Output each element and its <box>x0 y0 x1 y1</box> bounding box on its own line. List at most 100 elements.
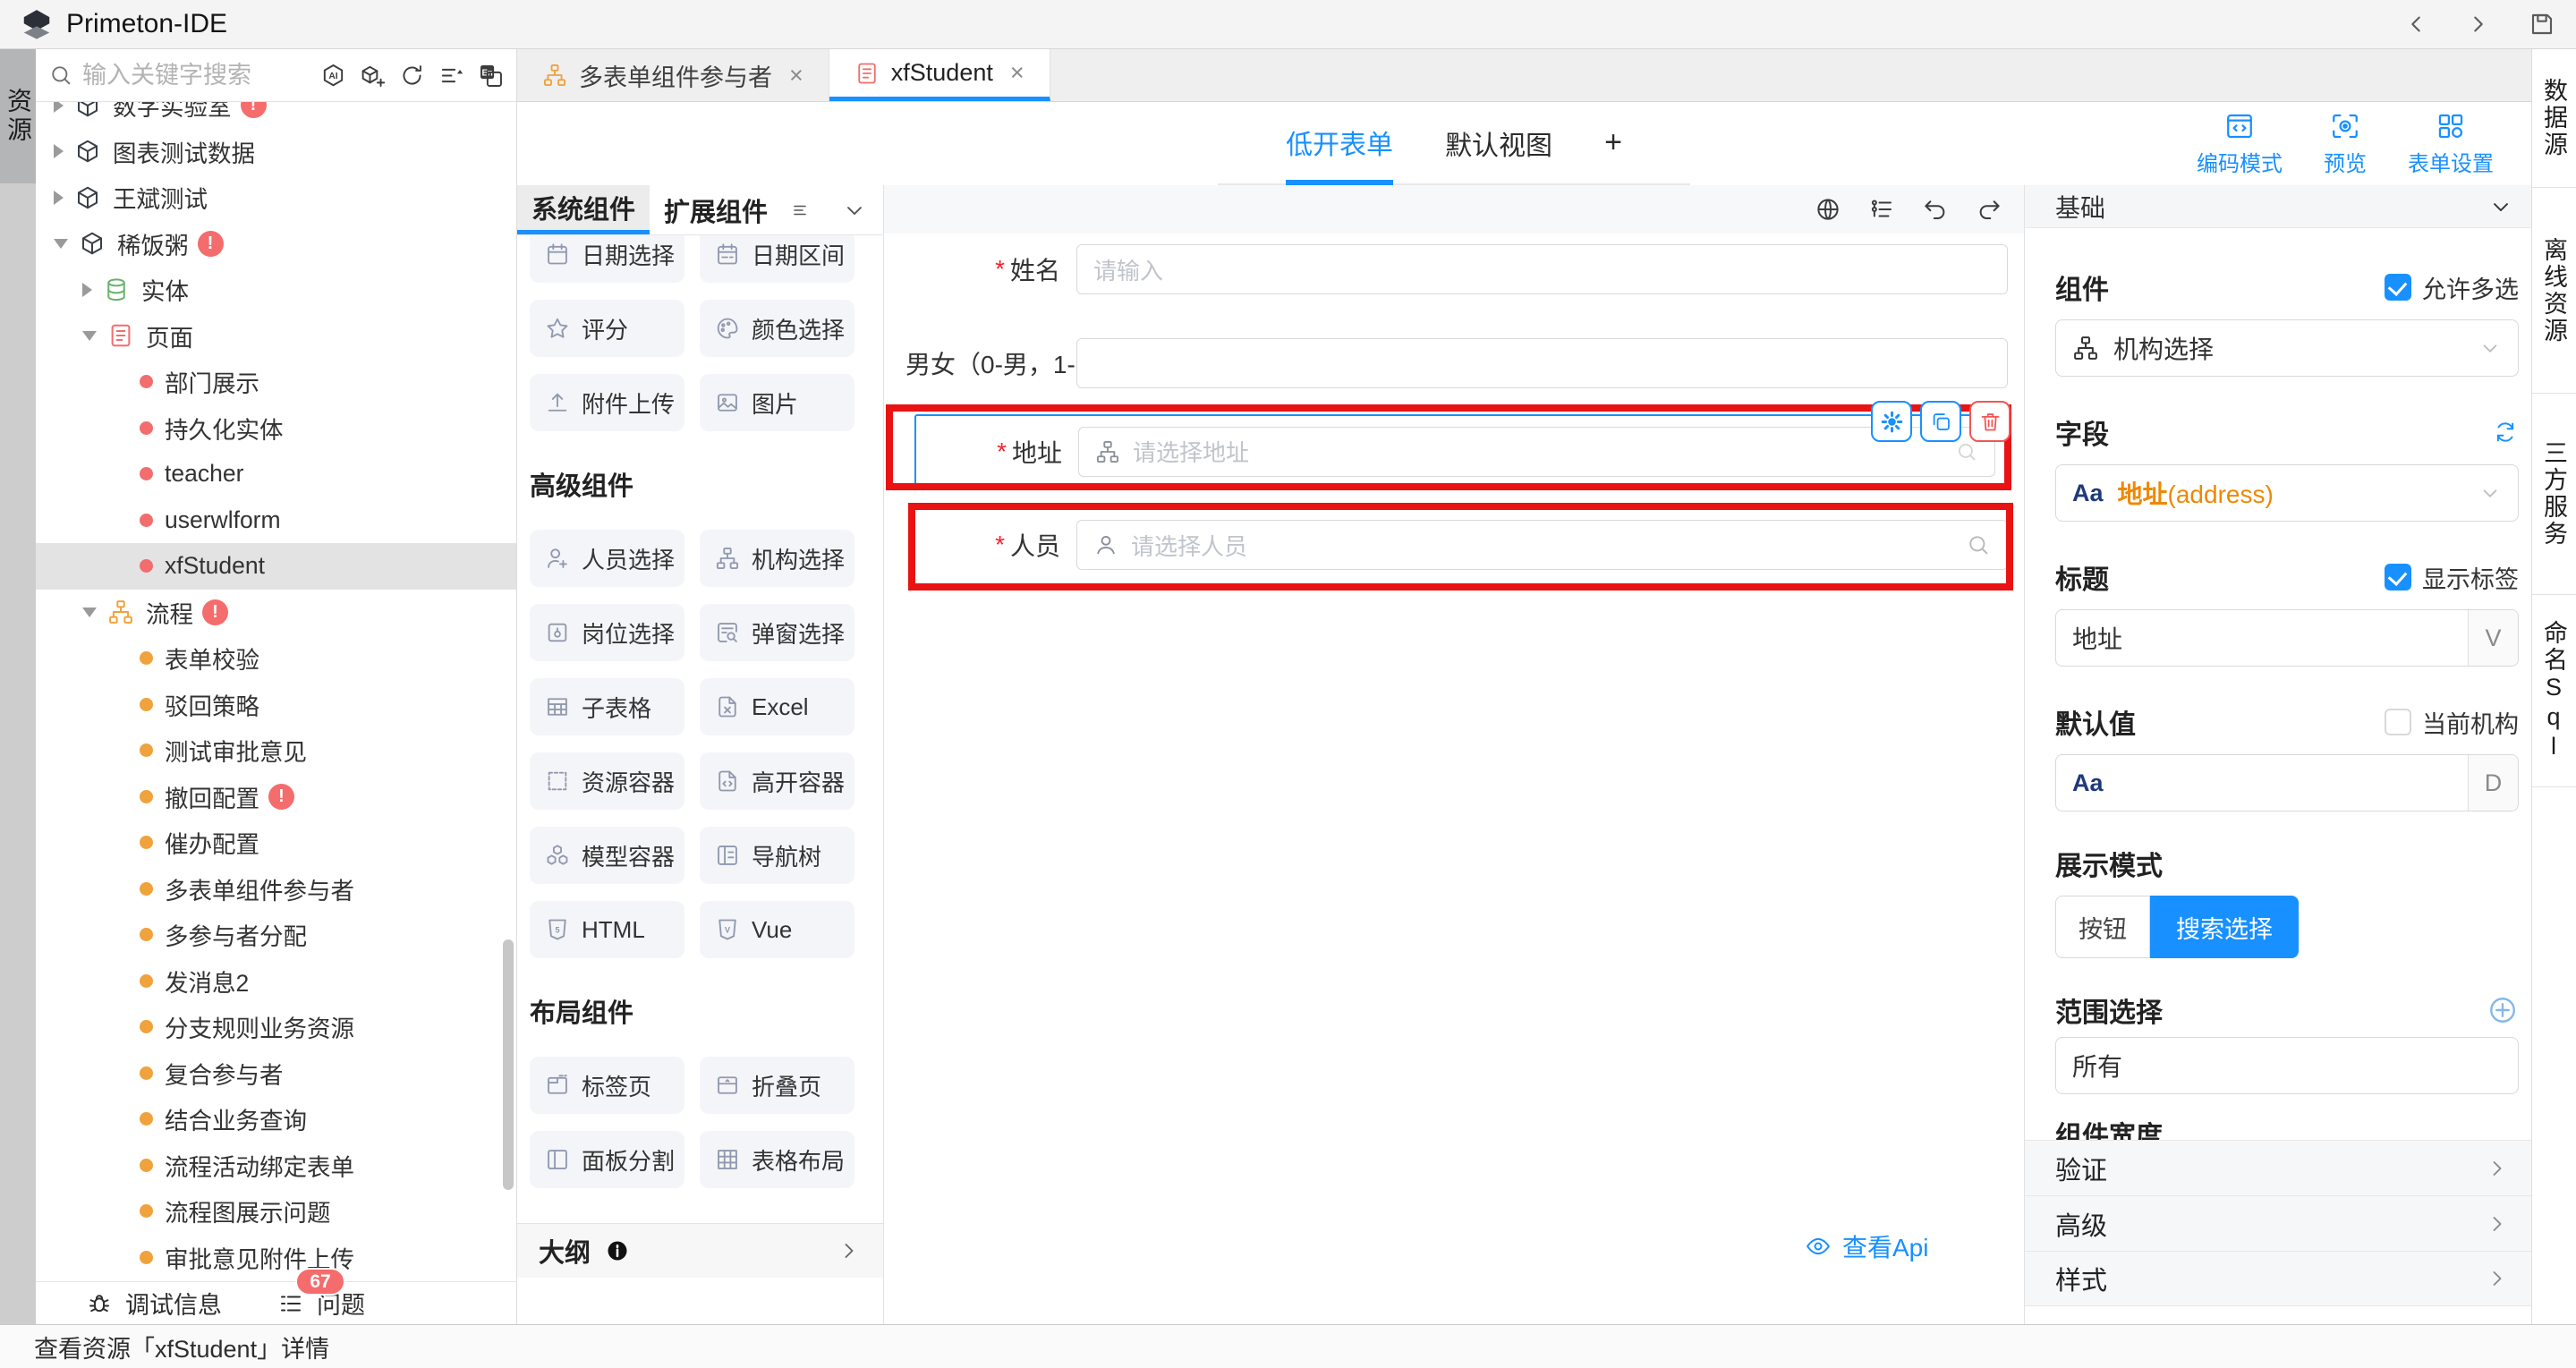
default-value-input[interactable]: Aa D <box>2055 754 2519 811</box>
tree-item[interactable]: 表单校验 <box>36 635 516 682</box>
translate-button[interactable]: En <box>478 63 504 89</box>
view-tab[interactable]: 低开表单 <box>1286 104 1393 185</box>
palette-item[interactable]: 机构选择 <box>700 530 854 587</box>
debug-info-button[interactable]: 调试信息 <box>86 1286 222 1321</box>
tree-expand-arrow[interactable] <box>54 102 64 113</box>
form-field-address-selected[interactable]: *地址请选择地址 <box>914 414 2008 489</box>
chevron-right-icon[interactable] <box>837 1238 862 1263</box>
field-input[interactable]: 请选择人员 <box>1076 520 2008 570</box>
undo-icon[interactable] <box>1922 196 1949 223</box>
palette-item[interactable]: 日期区间 <box>700 235 854 283</box>
inspector-section[interactable]: 样式 <box>2025 1251 2531 1306</box>
field-select[interactable]: Aa 地址(address) <box>2055 464 2519 522</box>
tree-item[interactable]: xfStudent <box>36 543 516 590</box>
ai-button[interactable]: AI <box>320 63 346 89</box>
form-settings-button[interactable]: 表单设置 <box>2408 111 2494 177</box>
palette-item[interactable]: Excel <box>700 678 854 735</box>
palette-tab-system[interactable]: 系统组件 <box>517 185 650 234</box>
current-org-checkbox[interactable]: 当前机构 <box>2385 705 2519 740</box>
file-tab[interactable]: xfStudent× <box>829 49 1050 101</box>
settings-button[interactable] <box>1871 401 1912 442</box>
mode-button-option[interactable]: 按钮 <box>2055 896 2150 958</box>
tree-scrollbar[interactable] <box>503 939 514 1190</box>
form-field-gender[interactable]: 男女（0-男，1-女 <box>884 338 2008 388</box>
tree-item[interactable]: 图表测试数据 <box>36 129 516 175</box>
tree-item[interactable]: 驳回策略 <box>36 682 516 728</box>
save-icon[interactable] <box>2528 10 2556 38</box>
inspector-section-basic[interactable]: 基础 <box>2025 185 2531 228</box>
tree-collapse-arrow[interactable] <box>54 239 68 249</box>
palette-item[interactable]: 附件上传 <box>530 374 684 431</box>
box-add-button[interactable] <box>360 63 386 89</box>
palette-item[interactable]: 评分 <box>530 300 684 357</box>
refresh-button[interactable] <box>399 63 425 89</box>
dynamic-suffix-button[interactable]: D <box>2468 755 2518 811</box>
form-field-person[interactable]: *人员请选择人员 <box>884 520 2008 570</box>
palette-item[interactable]: 面板分割 <box>530 1131 684 1188</box>
view-api-link[interactable]: 查看Api <box>1805 1228 1928 1264</box>
sort-button[interactable] <box>438 63 464 89</box>
tree-expand-arrow[interactable] <box>82 283 92 297</box>
form-field-name[interactable]: *姓名请输入 <box>884 244 2008 294</box>
field-input[interactable] <box>1076 338 2008 388</box>
tree-item[interactable]: 流程活动绑定表单 <box>36 1143 516 1189</box>
range-input[interactable]: 所有 <box>2055 1037 2519 1094</box>
tree-item[interactable]: 复合参与者 <box>36 1050 516 1097</box>
palette-item[interactable]: 标签页 <box>530 1057 684 1114</box>
tree-expand-arrow[interactable] <box>54 144 64 158</box>
tree-collapse-arrow[interactable] <box>82 331 97 341</box>
inspector-section[interactable]: 验证 <box>2025 1140 2531 1195</box>
nav-back-icon[interactable] <box>2402 11 2429 38</box>
chevron-down-icon[interactable] <box>842 198 867 223</box>
delete-button[interactable] <box>1969 401 2011 442</box>
globe-icon[interactable] <box>1815 196 1841 223</box>
rail-tab-resources[interactable]: 资源 <box>0 49 36 183</box>
palette-item[interactable]: 模型容器 <box>530 827 684 884</box>
tree-item[interactable]: 流程! <box>36 590 516 636</box>
sync-icon[interactable] <box>2492 419 2519 446</box>
tree-expand-arrow[interactable] <box>54 191 64 205</box>
palette-item[interactable]: 折叠页 <box>700 1057 854 1114</box>
palette-scroll[interactable]: 日期选择日期区间评分颜色选择附件上传图片高级组件人员选择机构选择岗位选择弹窗选择… <box>517 235 883 1324</box>
palette-item[interactable]: 表格布局 <box>700 1131 854 1188</box>
title-input[interactable]: 地址 V <box>2055 609 2519 667</box>
tree-item[interactable]: 页面 <box>36 313 516 360</box>
tree-item[interactable]: 审批意见附件上传 <box>36 1235 516 1281</box>
palette-item[interactable]: 岗位选择 <box>530 604 684 661</box>
show-label-checkbox[interactable]: 显示标签 <box>2385 560 2519 595</box>
rail-tab[interactable]: 离线资源 <box>2532 188 2576 394</box>
code-mode-button[interactable]: 编码模式 <box>2197 111 2283 177</box>
preview-button[interactable]: 预览 <box>2324 111 2367 177</box>
add-range-icon[interactable] <box>2487 994 2519 1026</box>
tree-item[interactable]: 多参与者分配 <box>36 912 516 958</box>
rail-tab[interactable]: 数据源 <box>2532 49 2576 188</box>
tree-item[interactable]: 王斌测试 <box>36 174 516 221</box>
search-input[interactable] <box>82 62 311 89</box>
tree-item[interactable]: teacher <box>36 451 516 497</box>
tree-item[interactable]: 持久化实体 <box>36 405 516 452</box>
palette-item[interactable]: 导航树 <box>700 827 854 884</box>
nav-forward-icon[interactable] <box>2465 11 2492 38</box>
tree-item[interactable]: 数字实验室! <box>36 102 516 129</box>
close-icon[interactable]: × <box>1010 59 1024 87</box>
view-tab[interactable]: 默认视图 <box>1445 102 1552 183</box>
close-icon[interactable]: × <box>789 62 803 89</box>
palette-menu-icon[interactable] <box>791 200 812 221</box>
palette-item[interactable]: 弹窗选择 <box>700 604 854 661</box>
checkbox-checked[interactable] <box>2385 274 2411 301</box>
checkbox-checked[interactable] <box>2385 564 2411 591</box>
tree-collapse-arrow[interactable] <box>82 608 97 617</box>
add-view-button[interactable]: + <box>1604 102 1622 183</box>
palette-item[interactable]: VVue <box>700 901 854 958</box>
field-input[interactable]: 请输入 <box>1076 244 2008 294</box>
multi-select-checkbox[interactable]: 允许多选 <box>2385 270 2519 305</box>
palette-item[interactable]: 5HTML <box>530 901 684 958</box>
tree-item[interactable]: 结合业务查询 <box>36 1096 516 1143</box>
tree-item[interactable]: 部门展示 <box>36 359 516 405</box>
palette-item[interactable]: 日期选择 <box>530 235 684 283</box>
tree-item[interactable]: 发消息2 <box>36 958 516 1005</box>
outline-list-icon[interactable] <box>1868 196 1895 223</box>
tree-item[interactable]: userwlform <box>36 497 516 544</box>
palette-item[interactable]: 子表格 <box>530 678 684 735</box>
file-tab[interactable]: 多表单组件参与者× <box>517 49 829 101</box>
